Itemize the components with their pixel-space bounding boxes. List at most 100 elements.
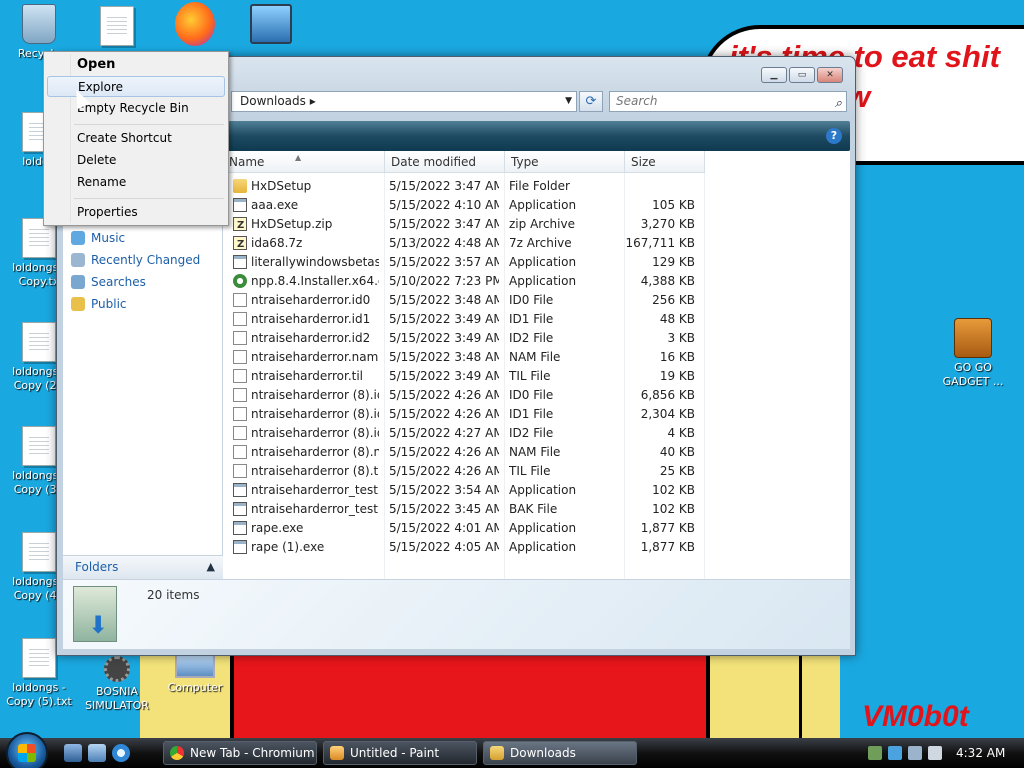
table-row[interactable]: ntraiseharderror.til 5/15/2022 3:49 AM TIL… — [223, 367, 701, 386]
file-icon — [233, 293, 247, 307]
maximize-button[interactable]: ▭ — [789, 67, 815, 83]
document-icon — [100, 6, 134, 46]
file-name: aaa.exe — [251, 198, 299, 212]
desktop-icon-bosnia-simulator[interactable]: BOSNIA SIMULATOR — [78, 656, 156, 713]
file-icon — [233, 407, 247, 421]
internet-explorer-icon[interactable] — [112, 744, 130, 762]
text-file-icon — [22, 426, 56, 466]
file-name: ida68.7z — [251, 236, 303, 250]
clock[interactable]: 4:32 AM — [956, 746, 1005, 760]
file-name: ntraiseharderror_test.e... — [251, 502, 379, 516]
table-row[interactable]: HxDSetup.zip 5/15/2022 3:47 AM zip Archive… — [223, 215, 701, 235]
file-name: ntraiseharderror (8).id2 — [251, 426, 379, 440]
file-name: ntraiseharderror (8).id0 — [251, 388, 379, 402]
column-header-label: Name — [229, 155, 265, 169]
nav-item-public[interactable]: Public — [71, 297, 127, 311]
file-date: 5/15/2022 3:45 AM — [389, 502, 499, 516]
sort-arrow-icon: ▲ — [295, 153, 302, 162]
address-bar[interactable]: Downloads ▸ ▼ — [231, 91, 577, 112]
task-downloads[interactable]: Downloads — [483, 741, 637, 765]
table-row[interactable]: ntraiseharderror.id1 5/15/2022 3:49 AM ID1… — [223, 310, 701, 329]
file-type: Application — [509, 483, 577, 497]
file-size: 105 KB — [652, 198, 695, 212]
chevron-down-icon[interactable]: ▼ — [565, 92, 572, 111]
file-date: 5/15/2022 3:49 AM — [389, 331, 499, 345]
column-header-size[interactable]: Size — [625, 151, 705, 173]
menu-item-delete[interactable]: Delete — [47, 150, 225, 171]
table-row[interactable]: npp.8.4.Installer.x64.exe 5/10/2022 7:23 … — [223, 272, 701, 291]
nav-item-recently-changed[interactable]: Recently Changed — [71, 253, 200, 267]
task-chromium[interactable]: New Tab - Chromium — [163, 741, 317, 765]
table-row[interactable]: ntraiseharderror (8).id2 5/15/2022 4:27 A… — [223, 424, 701, 443]
column-header-date[interactable]: Date modified — [385, 151, 505, 173]
search-icon[interactable]: ⌕ — [835, 94, 842, 113]
close-button[interactable]: ✕ — [817, 67, 843, 83]
file-type: TIL File — [509, 464, 551, 478]
table-row[interactable]: HxDSetup 5/15/2022 3:47 AM File Folder — [223, 177, 701, 196]
file-icon — [233, 445, 247, 459]
table-row[interactable]: rape (1).exe 5/15/2022 4:05 AM Application… — [223, 538, 701, 557]
task-paint[interactable]: Untitled - Paint — [323, 741, 477, 765]
file-type: Application — [509, 521, 577, 535]
table-row[interactable]: ntraiseharderror_test.e... 5/15/2022 3:45… — [223, 500, 701, 519]
zip-icon — [233, 235, 247, 254]
folders-toggle[interactable]: Folders ▲ — [63, 555, 223, 579]
column-header-name[interactable]: ▲ Name — [223, 151, 385, 173]
refresh-button[interactable]: ⟳ — [579, 91, 603, 112]
desktop-icon-firefox[interactable] — [156, 2, 234, 49]
desktop-icon-label: Computer — [167, 681, 223, 694]
table-row[interactable]: ntraiseharderror.id2 5/15/2022 3:49 AM ID2… — [223, 329, 701, 348]
table-row[interactable]: ntraiseharderror (8).til 5/15/2022 4:26 A… — [223, 462, 701, 481]
table-row[interactable]: aaa.exe 5/15/2022 4:10 AM Application 105 K… — [223, 196, 701, 215]
table-row[interactable]: ida68.7z 5/13/2022 4:48 AM 7z Archive 167,7… — [223, 234, 701, 254]
file-size: 6,856 KB — [640, 388, 695, 402]
menu-item-open[interactable]: Open — [47, 54, 225, 75]
minimize-button[interactable]: ▁ — [761, 67, 787, 83]
menu-item-properties[interactable]: Properties — [47, 202, 225, 223]
file-list: ▲ Name Date modified Type Size HxDSetup 5… — [223, 151, 850, 579]
tray-app-icon[interactable] — [888, 746, 902, 760]
file-date: 5/15/2022 3:57 AM — [389, 255, 499, 269]
nav-item-music[interactable]: Music — [71, 231, 125, 245]
file-type: ID2 File — [509, 426, 554, 440]
file-name: ntraiseharderror (8).id1 — [251, 407, 379, 421]
table-row[interactable]: ntraiseharderror (8).id0 5/15/2022 4:26 A… — [223, 386, 701, 405]
network-icon[interactable] — [908, 746, 922, 760]
search-input[interactable]: Search ⌕ — [609, 91, 847, 112]
desktop-icon-document[interactable] — [78, 6, 156, 49]
table-row[interactable]: ntraiseharderror.nam 5/15/2022 3:48 AM NAM… — [223, 348, 701, 367]
table-row[interactable]: ntraiseharderror (8).nam 5/15/2022 4:26 A… — [223, 443, 701, 462]
file-type: ID2 File — [509, 331, 554, 345]
desktop-icon-network[interactable] — [232, 4, 310, 47]
search-placeholder: Search — [616, 94, 658, 108]
wallpaper-yellow-leg — [712, 650, 802, 740]
volume-icon[interactable] — [928, 746, 942, 760]
nav-item-searches[interactable]: Searches — [71, 275, 146, 289]
app-icon — [233, 198, 247, 212]
file-type: Application — [509, 274, 577, 288]
file-size: 1,877 KB — [640, 540, 695, 554]
searches-icon — [71, 275, 85, 289]
table-row[interactable]: ntraiseharderror_test.exe 5/15/2022 3:54 … — [223, 481, 701, 500]
file-icon — [233, 331, 247, 345]
file-size: 25 KB — [659, 464, 695, 478]
show-desktop-icon[interactable] — [64, 744, 82, 762]
address-path: Downloads ▸ — [240, 94, 316, 108]
menu-item-rename[interactable]: Rename — [47, 172, 225, 193]
tray-app-icon[interactable] — [868, 746, 882, 760]
table-row[interactable]: literallywindowsbetas.... 5/15/2022 3:57 … — [223, 253, 701, 272]
help-icon[interactable]: ? — [826, 128, 842, 144]
desktop-icon-label: loldongs - Copy (5).txt — [6, 681, 72, 708]
table-row[interactable]: ntraiseharderror.id0 5/15/2022 3:48 AM ID0… — [223, 291, 701, 310]
switch-windows-icon[interactable] — [88, 744, 106, 762]
start-button[interactable] — [6, 732, 48, 768]
file-date: 5/10/2022 7:23 PM — [389, 274, 499, 288]
file-size: 4 KB — [667, 426, 695, 440]
table-row[interactable]: rape.exe 5/15/2022 4:01 AM Application 1,87… — [223, 519, 701, 538]
desktop-icon-gadget[interactable]: GO GO GADGET ... — [934, 318, 1012, 389]
column-header-type[interactable]: Type — [505, 151, 625, 173]
table-row[interactable]: ntraiseharderror (8).id1 5/15/2022 4:26 A… — [223, 405, 701, 424]
task-label: Untitled - Paint — [350, 746, 440, 760]
menu-item-create-shortcut[interactable]: Create Shortcut — [47, 128, 225, 149]
desktop-icon-computer[interactable]: Computer — [156, 652, 234, 695]
